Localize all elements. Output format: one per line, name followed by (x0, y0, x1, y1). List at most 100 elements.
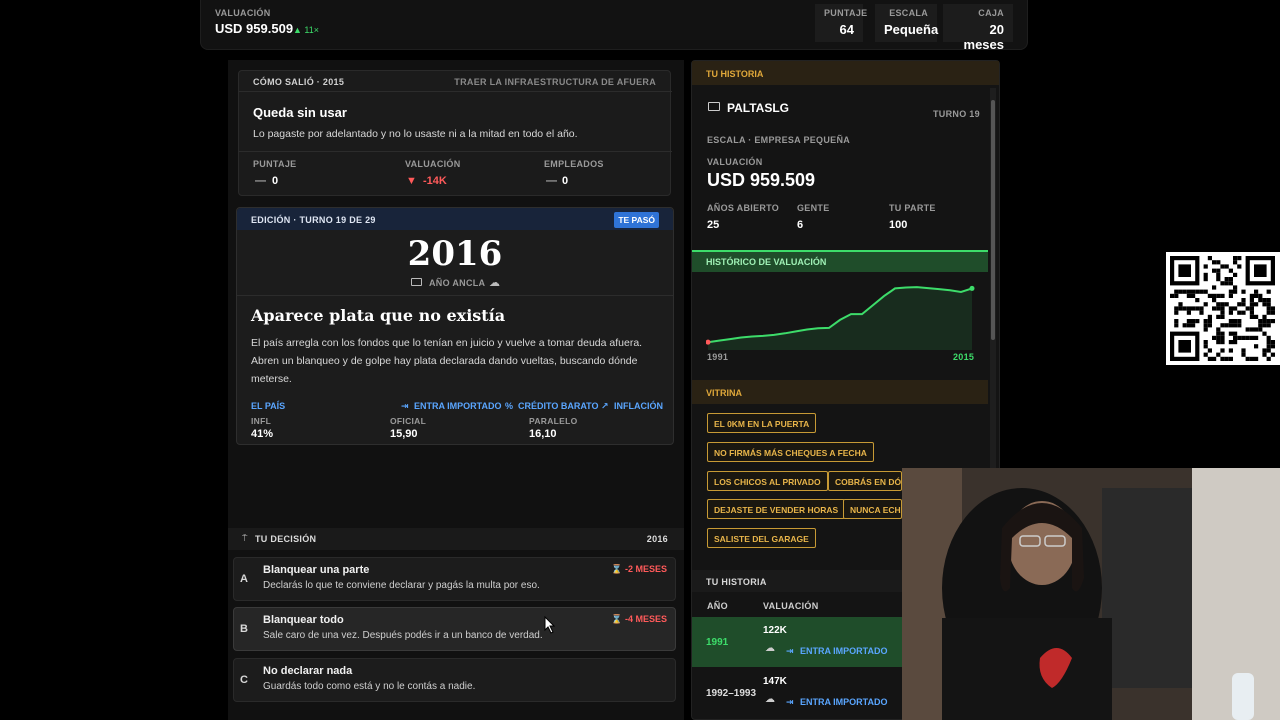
qr-module (1203, 352, 1208, 357)
qr-module (1203, 272, 1208, 277)
qr-module (1228, 289, 1233, 294)
chart-point (718, 339, 720, 342)
option-desc: Guardás todo como está y no le contás a … (263, 681, 476, 692)
fact-people-label: GENTE (797, 203, 830, 213)
table-row[interactable]: 1992–1993 147K ☁ ⇥ ENTRA IMPORTADO (692, 667, 902, 720)
qr-module (1233, 272, 1238, 277)
qr-module (1220, 331, 1225, 336)
qr-module (1228, 281, 1233, 286)
history-table-title: TU HISTORIA (706, 577, 767, 587)
qr-module (1207, 356, 1212, 361)
qr-module (1228, 348, 1233, 353)
history-table-header-bar: TU HISTORIA (692, 570, 902, 592)
qr-module (1237, 323, 1242, 328)
qr-module (1262, 298, 1267, 303)
decision-title: TU DECISIÓN (255, 534, 317, 544)
option-letter: B (240, 623, 248, 635)
qr-module (1195, 319, 1200, 324)
qr-module (1249, 293, 1254, 298)
qr-module (1228, 310, 1233, 315)
qr-module (1203, 289, 1208, 294)
cloud-icon: ☁ (765, 694, 775, 705)
qr-module (1241, 310, 1246, 315)
qr-module (1262, 319, 1267, 324)
outcome-topic: TRAER LA INFRAESTRUCTURA DE AFUERA (454, 77, 656, 87)
chart-point (828, 327, 830, 329)
option-b[interactable]: B Blanquear todo Sale caro de una vez. D… (233, 607, 676, 651)
vitrina-chip: EL 0KM EN LA PUERTA (707, 413, 817, 433)
qr-module (1186, 306, 1191, 311)
option-cost: ⌛ -4 MESES (611, 614, 667, 624)
valuation-change: ▲ 11× (293, 25, 320, 35)
chart-point (850, 313, 852, 315)
stat-cash: CAJA 20 meses (943, 4, 1013, 52)
qr-module (1233, 289, 1238, 294)
qr-module (1216, 272, 1221, 277)
chart-point (806, 328, 808, 331)
qr-module (1249, 327, 1254, 332)
metric-employees-symbol: — (546, 175, 557, 187)
metric-valuation-value: -14K (423, 175, 447, 187)
option-letter: A (240, 573, 248, 585)
qr-module (1216, 302, 1221, 307)
tag-inflation: INFLACIÓN (614, 401, 663, 411)
qr-module (1178, 302, 1183, 307)
qr-finder-module (1254, 264, 1267, 277)
qr-module (1199, 310, 1204, 315)
history-header-bar: TU HISTORIA (692, 61, 999, 85)
top-status-bar: VALUACIÓN USD 959.509 ▲ 11× PUNTAJE 64 E… (200, 0, 1028, 52)
qr-module (1216, 260, 1221, 265)
qr-module (1186, 319, 1191, 324)
qr-module (1241, 298, 1246, 303)
option-c[interactable]: C No declarar nada Guardás todo como est… (233, 658, 676, 702)
qr-module (1212, 298, 1217, 303)
chart-start-label: 1991 (707, 352, 729, 362)
qr-module (1224, 277, 1229, 282)
qr-module (1266, 344, 1271, 349)
qr-module (1270, 306, 1275, 311)
qr-module (1237, 264, 1242, 269)
qr-module (1207, 293, 1212, 298)
option-a[interactable]: A Blanquear una parte Declarás lo que te… (233, 557, 676, 601)
row-valuation: 122K (763, 625, 787, 636)
qr-module (1191, 319, 1196, 324)
edition-title: Aparece plata que no existía (251, 306, 506, 325)
qr-module (1266, 306, 1271, 311)
qr-module (1262, 331, 1267, 336)
qr-module (1228, 356, 1233, 361)
row-year: 1992–1993 (706, 688, 757, 699)
row-tag-icon: ⇥ (786, 646, 794, 656)
qr-module (1254, 327, 1259, 332)
qr-module (1262, 352, 1267, 357)
qr-module (1249, 356, 1254, 361)
qr-module (1203, 264, 1208, 269)
chart-point (905, 286, 907, 289)
qr-module (1212, 260, 1217, 265)
edition-anchor: AÑO ANCLA (429, 278, 486, 288)
qr-module (1254, 335, 1259, 340)
metric-employees-label: EMPLEADOS (544, 159, 604, 169)
qr-module (1182, 289, 1187, 294)
qr-module (1191, 323, 1196, 328)
outcome-card: CÓMO SALIÓ · 2015 TRAER LA INFRAESTRUCTU… (238, 70, 672, 196)
qr-module (1262, 314, 1267, 319)
edition-year: 2016 (407, 234, 503, 274)
divider (237, 295, 673, 296)
company-turn: TURNO 19 (933, 109, 980, 119)
stat-score-label: PUNTAJE (824, 8, 868, 18)
row-tag: ENTRA IMPORTADO (800, 697, 888, 707)
chart-point (784, 332, 786, 334)
qr-module (1249, 314, 1254, 319)
scrollbar-thumb[interactable] (991, 100, 995, 340)
qr-module (1224, 281, 1229, 286)
chart-point (949, 289, 951, 291)
qr-module (1220, 340, 1225, 345)
table-row[interactable]: 1991 122K ☁ ⇥ ENTRA IMPORTADO (692, 617, 902, 667)
qr-module (1266, 310, 1271, 315)
fact-people-value: 6 (797, 219, 804, 231)
qr-code-image (1166, 252, 1280, 365)
qr-module (1212, 285, 1217, 290)
row-tag-icon: ⇥ (786, 697, 794, 707)
qr-module (1237, 302, 1242, 307)
edition-body: El país arregla con los fondos que lo te… (251, 337, 643, 385)
